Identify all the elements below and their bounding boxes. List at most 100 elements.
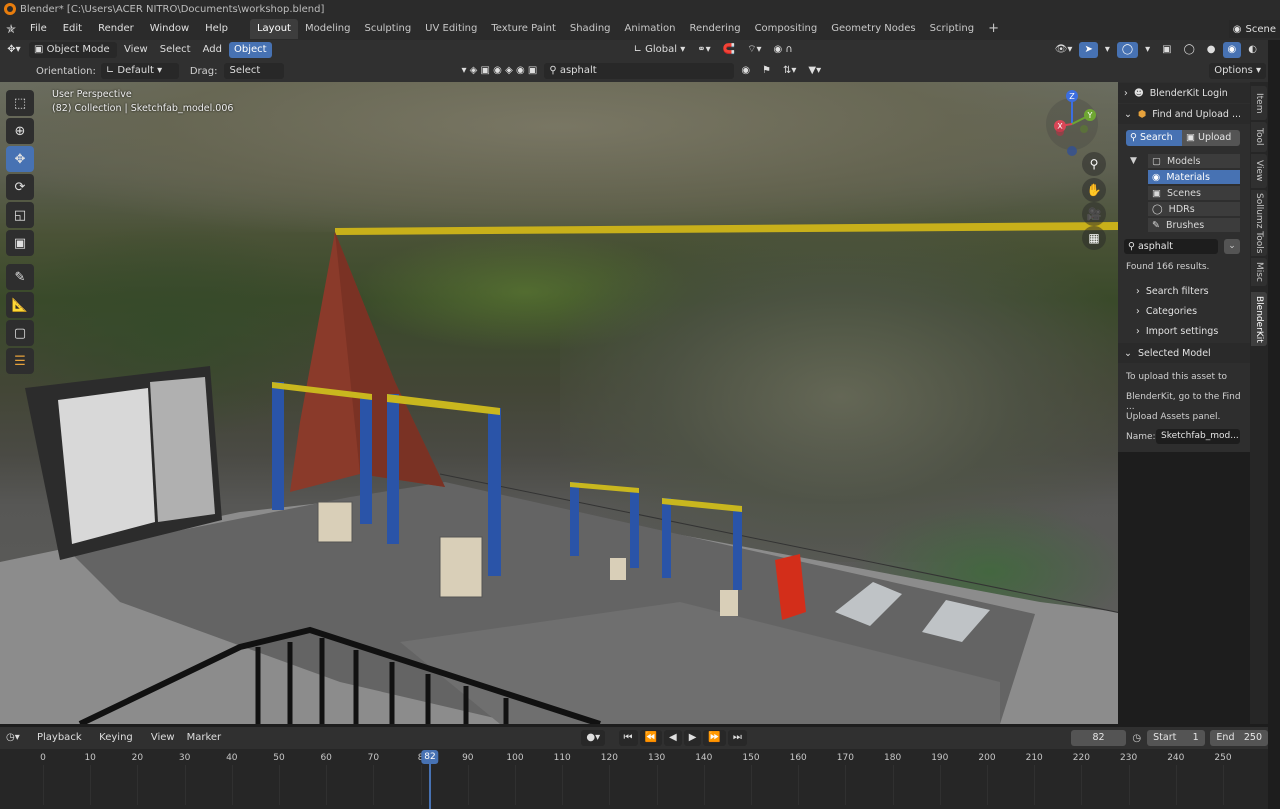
mode-dropdown[interactable]: ▣ Object Mode ▾ [29,42,117,71]
add-cube-tool-icon[interactable]: ▢ [6,320,34,346]
prev-keyframe-icon[interactable]: ⏪ [639,730,662,746]
zoom-icon[interactable]: ⚲ [1082,152,1106,176]
panel-search-input[interactable]: ⚲ asphalt [1124,239,1218,254]
blenderkit-search-input[interactable]: ⚲ asphalt [544,63,735,79]
collapse-list-icon[interactable]: ▼ [1130,156,1137,166]
menu-select[interactable]: Select [155,42,196,58]
shading-solid-icon[interactable]: ● [1202,42,1221,58]
scene-selector[interactable]: ◉ Scene [1228,20,1280,38]
add-workspace-icon[interactable]: + [981,19,1006,39]
tab-scripting[interactable]: Scripting [923,19,981,39]
tab-compositing[interactable]: Compositing [748,19,825,39]
asset-type-hdrs[interactable]: ◯ HDRs [1148,202,1240,217]
menu-view[interactable]: View [119,42,153,58]
gizmo-toggle-icon[interactable]: ➤ [1079,42,1098,58]
snap-target-icon[interactable]: ⌔▾ [742,42,766,58]
tab-animation[interactable]: Animation [618,19,683,39]
menu-help[interactable]: Help [197,18,236,40]
asset-type-models[interactable]: ▢ Models [1148,154,1240,169]
shading-material-icon[interactable]: ◉ [1222,42,1242,58]
name-field[interactable]: Sketchfab_mod... [1156,429,1240,444]
clock-icon[interactable]: ◷ [1132,733,1141,744]
blenderkit-login-row[interactable]: › ☻ BlenderKit Login [1118,83,1250,103]
import-settings-row[interactable]: › Import settings [1118,321,1250,341]
bookmark-icon[interactable]: ⚑ [757,63,776,79]
drag-dropdown[interactable]: Select Box ▾ [224,63,285,92]
tab-shading[interactable]: Shading [563,19,618,39]
shading-rendered-icon[interactable]: ◐ [1243,42,1262,58]
gizmo-dropdown-icon[interactable]: ▾ [1100,42,1115,58]
timeline-area[interactable]: 0102030405060708901001101201301401501601… [0,749,1268,809]
timeline-editor-icon[interactable]: ◷▾ [1,730,30,746]
current-frame-field[interactable]: 82 [1070,730,1127,746]
tab-item[interactable]: Item [1251,86,1267,120]
asset-type-scenes[interactable]: ▣ Scenes [1148,186,1240,201]
timeline-view-menu[interactable]: View [146,730,180,746]
tab-layout[interactable]: Layout [249,19,298,39]
start-frame-field[interactable]: Start 1 [1147,730,1205,746]
menu-render[interactable]: Render [90,18,142,40]
jump-start-icon[interactable]: ⏮ [618,730,638,746]
tab-uv-editing[interactable]: UV Editing [418,19,484,39]
3d-viewport[interactable]: User Perspective (82) Collection | Sketc… [0,82,1118,724]
search-filters-row[interactable]: › Search filters [1118,281,1250,301]
keying-menu[interactable]: Keying ▾ [94,730,144,759]
upload-button[interactable]: ▣ Upload [1182,130,1240,146]
proportional-edit-icon[interactable]: ◉ ∩ [769,42,798,58]
playback-menu[interactable]: Playback ▾ [32,730,92,759]
tab-geometry-nodes[interactable]: Geometry Nodes [824,19,922,39]
tab-rendering[interactable]: Rendering [682,19,747,39]
playhead-line[interactable] [429,764,432,809]
annotate-tool-icon[interactable]: ✎ [6,264,34,290]
pan-hand-icon[interactable]: ✋ [1082,178,1106,202]
orientation-dropdown[interactable]: ∟ Default ▾ [100,63,179,79]
transform-orientation-dropdown[interactable]: ∟ Global ▾ [629,42,691,58]
tab-texture-paint[interactable]: Texture Paint [484,19,563,39]
tab-view[interactable]: View [1251,154,1267,188]
editor-type-icon[interactable]: ✥▾ [1,42,27,58]
transform-tool-icon[interactable]: ▣ [6,230,34,256]
cursor-tool-icon[interactable]: ⊕ [6,118,34,144]
grid-view-icon[interactable]: ▦ [1082,226,1106,250]
measure-tool-icon[interactable]: 📐 [6,292,34,318]
menu-window[interactable]: Window [142,18,197,40]
tab-sollumz-tools[interactable]: Sollumz Tools [1251,190,1267,256]
tab-modeling[interactable]: Modeling [298,19,358,39]
overlay-toggle-icon[interactable]: ◯ [1116,42,1139,58]
xray-icon[interactable]: ▣ [1157,42,1176,58]
snap-icon[interactable]: 🧲 [718,42,740,58]
search-dropdown-icon[interactable]: ⌄ [1224,239,1240,254]
navigation-gizmo[interactable]: Z Y X [1040,88,1110,158]
jump-end-icon[interactable]: ⏭ [727,730,747,746]
menu-add[interactable]: Add [198,42,227,58]
tab-blenderkit[interactable]: BlenderKit [1251,292,1267,346]
blender-menu-icon[interactable]: ✯ [0,22,22,36]
asset-type-materials[interactable]: ◉ Materials [1148,170,1240,185]
visibility-icon[interactable]: 👁▾ [1050,42,1078,58]
shading-wireframe-icon[interactable]: ◯ [1179,42,1200,58]
select-box-tool-icon[interactable]: ⬚ [6,90,34,116]
scale-tool-icon[interactable]: ◱ [6,202,34,228]
selected-model-row[interactable]: ⌄ Selected Model [1118,343,1250,363]
categories-row[interactable]: › Categories [1118,301,1250,321]
play-icon[interactable]: ▶ [683,730,702,746]
tab-tool[interactable]: Tool [1251,122,1267,152]
play-reverse-icon[interactable]: ◀ [664,730,682,746]
timeline-marker-menu[interactable]: Marker [182,730,227,746]
asset-type-brushes[interactable]: ✎ Brushes [1148,218,1240,233]
sort-icon[interactable]: ⇅▾ [778,63,801,79]
rotate-tool-icon[interactable]: ⟳ [6,174,34,200]
menu-object[interactable]: Object [228,42,272,58]
playhead-frame-label[interactable]: 82 [421,750,439,764]
search-button[interactable]: ⚲ Search [1126,130,1182,146]
filter-icon[interactable]: ▼▾ [803,63,826,79]
blenderkit-tool-icon[interactable]: ☰ [6,348,34,374]
move-tool-icon[interactable]: ✥ [6,146,34,172]
menu-file[interactable]: File [22,18,55,40]
tab-sculpting[interactable]: Sculpting [357,19,418,39]
record-icon[interactable]: ●▾ [581,730,606,746]
blenderkit-asset-type-icons[interactable]: ▾ ◈ ▣ ◉ ◈ ◉ ▣ [456,63,542,79]
search-options-icon[interactable]: ◉ [736,63,755,79]
camera-icon[interactable]: 🎥 [1082,202,1106,226]
next-keyframe-icon[interactable]: ⏩ [703,730,726,746]
